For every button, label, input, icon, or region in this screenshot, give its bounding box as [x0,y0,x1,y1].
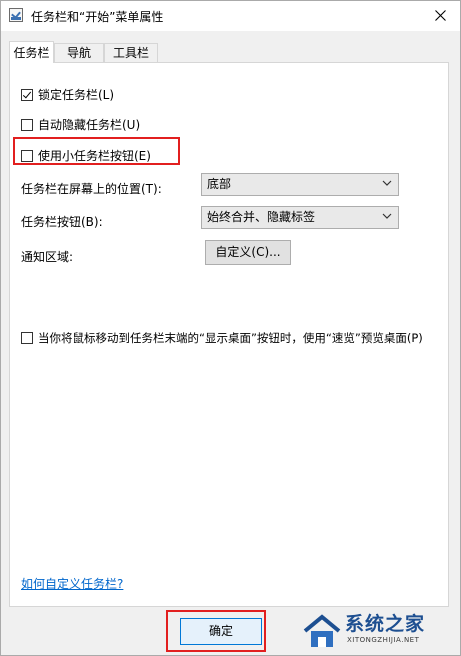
tab-panel: 锁定任务栏(L) 自动隐藏任务栏(U) 使用小任务栏按钮(E) 任务栏在屏幕上的… [9,62,449,607]
buttons-label: 任务栏按钮(B): [21,215,103,229]
location-select[interactable]: 底部 [201,173,399,196]
chevron-down-icon [382,213,392,219]
taskbar-properties-icon [9,8,23,22]
auto-hide-checkbox[interactable] [21,118,33,131]
tab-navigation[interactable]: 导航 [54,43,104,62]
chevron-down-icon [382,180,392,186]
lock-taskbar-label: 锁定任务栏(L) [38,88,115,102]
tab-taskbar[interactable]: 任务栏 [9,41,54,63]
small-buttons-checkbox[interactable] [21,149,33,162]
title-bar: 任务栏和“开始”菜单属性 [1,1,460,31]
house-logo-icon [303,614,341,647]
buttons-select[interactable]: 始终合并、隐藏标签 [201,206,399,229]
customize-button[interactable]: 自定义(C)... [205,240,291,265]
tab-toolbars[interactable]: 工具栏 [104,43,158,62]
buttons-value: 始终合并、隐藏标签 [207,210,316,224]
properties-window: 任务栏和“开始”菜单属性 任务栏 导航 工具栏 锁定任务栏(L) 自动隐藏任务栏… [0,0,461,656]
lock-taskbar-option[interactable]: 锁定任务栏(L) [21,86,114,103]
peek-checkbox[interactable] [21,332,33,344]
watermark-logo: 系统之家 XITONGZHIJIA.NET [301,605,461,655]
close-button[interactable] [426,3,456,29]
watermark-text: 系统之家 [345,613,426,635]
peek-label: 当你将鼠标移动到任务栏末端的“显示桌面”按钮时，使用“速览”预览桌面(P) [38,331,423,345]
close-icon [435,10,446,21]
window-title: 任务栏和“开始”菜单属性 [31,10,164,24]
lock-taskbar-checkbox[interactable] [21,88,33,101]
small-buttons-label: 使用小任务栏按钮(E) [38,149,151,163]
location-label: 任务栏在屏幕上的位置(T): [21,182,162,196]
location-value: 底部 [207,177,232,191]
notify-row: 通知区域: [21,248,73,265]
ok-button[interactable]: 确定 [180,618,262,645]
help-link[interactable]: 如何自定义任务栏? [21,575,123,592]
watermark-subtext: XITONGZHIJIA.NET [347,636,420,644]
auto-hide-option[interactable]: 自动隐藏任务栏(U) [21,116,140,133]
location-row: 任务栏在屏幕上的位置(T): [21,180,162,197]
notify-label: 通知区域: [21,250,74,264]
small-buttons-option[interactable]: 使用小任务栏按钮(E) [21,147,151,164]
auto-hide-label: 自动隐藏任务栏(U) [38,118,141,132]
buttons-row: 任务栏按钮(B): [21,213,103,230]
peek-option[interactable]: 当你将鼠标移动到任务栏末端的“显示桌面”按钮时，使用“速览”预览桌面(P) [21,330,423,346]
